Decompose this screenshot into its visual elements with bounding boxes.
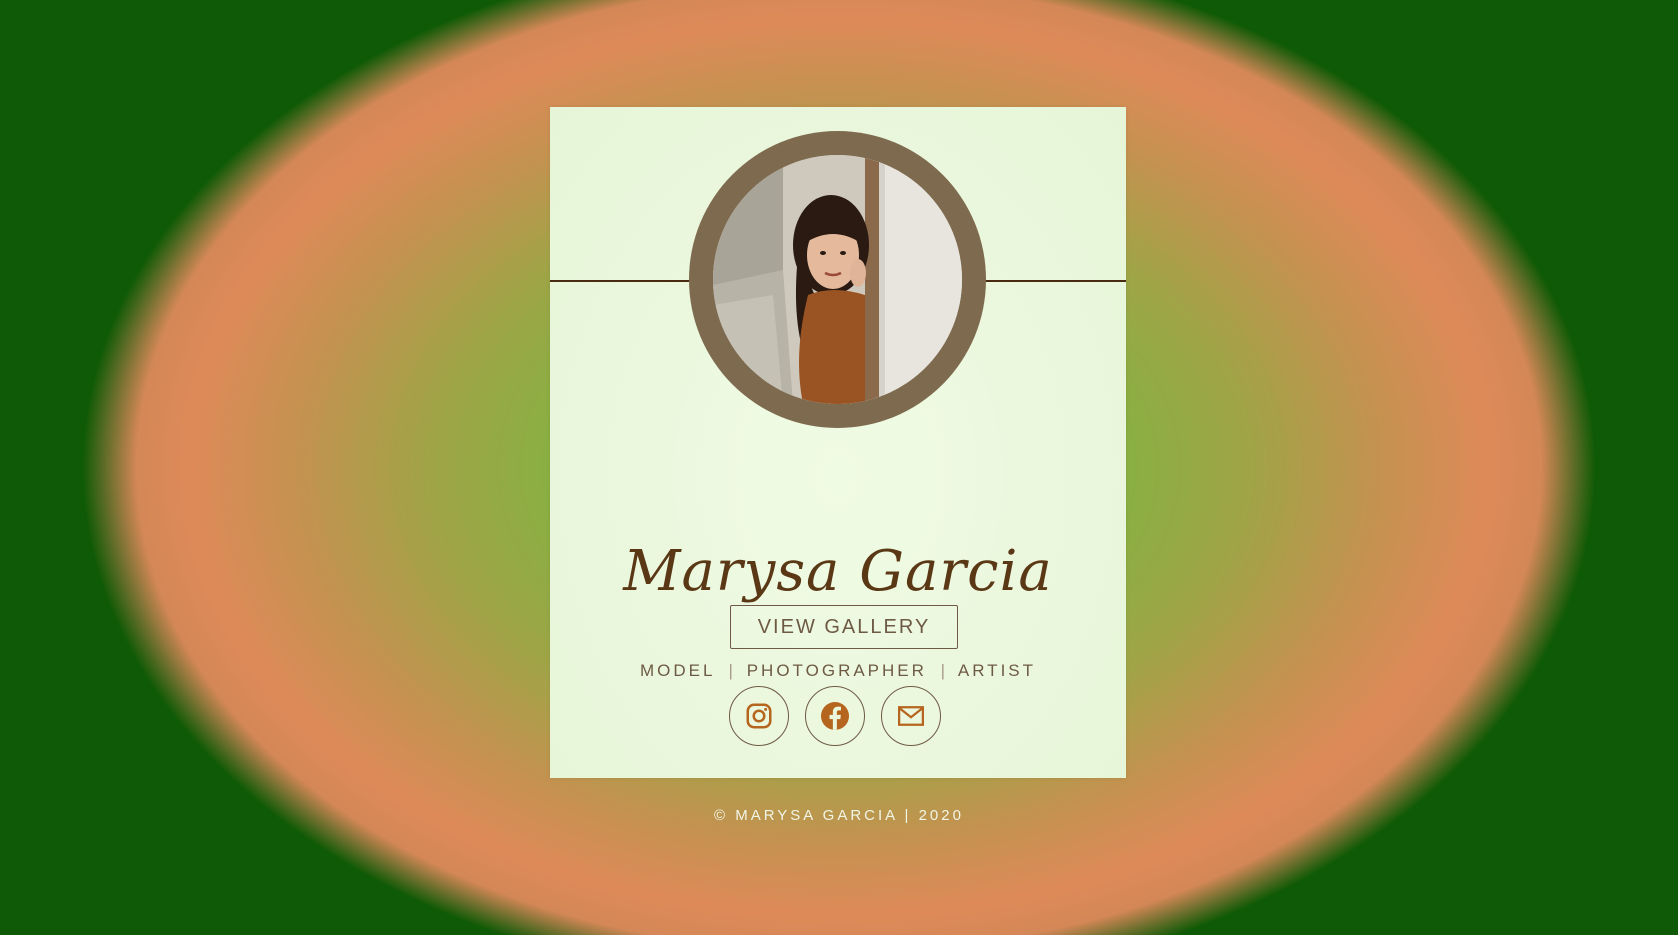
footer: © MARYSA GARCIA | 2020 bbox=[0, 807, 1678, 824]
social-links bbox=[729, 686, 949, 748]
role-model: MODEL bbox=[639, 661, 715, 680]
footer-separator: | bbox=[904, 807, 912, 824]
facebook-icon bbox=[821, 702, 849, 730]
instagram-icon bbox=[746, 703, 772, 729]
profile-name: Marysa Garcia bbox=[623, 539, 1053, 604]
role-separator: | bbox=[728, 661, 733, 680]
role-photographer: PHOTOGRAPHER bbox=[746, 661, 927, 680]
profile-roles: MODEL | PHOTOGRAPHER | ARTIST bbox=[550, 661, 1126, 681]
profile-photo bbox=[713, 155, 962, 404]
footer-year: 2020 bbox=[918, 807, 964, 824]
role-separator: | bbox=[940, 661, 946, 680]
avatar bbox=[713, 155, 962, 404]
mail-icon bbox=[898, 706, 924, 726]
profile-card: Marysa Garcia MODEL | PHOTOGRAPHER | ART… bbox=[550, 107, 1126, 778]
view-gallery-button[interactable]: VIEW GALLERY bbox=[730, 605, 958, 649]
facebook-link[interactable] bbox=[805, 686, 865, 746]
instagram-link[interactable] bbox=[729, 686, 789, 746]
avatar-frame bbox=[689, 131, 986, 428]
role-artist: ARTIST bbox=[957, 661, 1037, 680]
footer-copyright: © MARYSA GARCIA bbox=[714, 807, 898, 824]
mail-link[interactable] bbox=[881, 686, 941, 746]
